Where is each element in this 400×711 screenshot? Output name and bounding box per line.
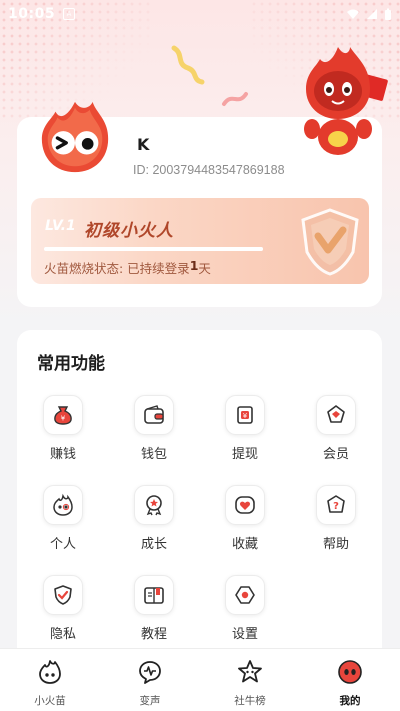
- func-item-wallet[interactable]: 钱包: [119, 395, 189, 475]
- battery-icon: [385, 8, 391, 20]
- func-label: 成长: [140, 537, 167, 552]
- func-item-earn[interactable]: ¥ 赚钱: [28, 395, 98, 475]
- func-label: 隐私: [49, 627, 76, 642]
- level-status: 火苗燃烧状态: 已持续登录 1 天: [44, 258, 211, 277]
- level-status-prefix: 火苗燃烧状态: 已持续登录: [44, 261, 190, 276]
- mascot-figure: [304, 47, 388, 155]
- tab-label: 社牛榜: [234, 695, 266, 707]
- voice-change-icon: [139, 661, 161, 684]
- functions-title: 常用功能: [37, 354, 105, 374]
- tab-label: 我的: [339, 695, 361, 707]
- user-name: K: [137, 135, 150, 154]
- func-item-favorites[interactable]: 收藏: [210, 485, 280, 565]
- tab-mine[interactable]: 我的: [300, 649, 400, 711]
- a-icon: A: [63, 8, 76, 20]
- decor-ribbon-yellow: [171, 45, 205, 85]
- func-item-tutorial[interactable]: 教程: [119, 575, 189, 655]
- svg-text:¥: ¥: [243, 412, 248, 420]
- level-badge-icon: [301, 208, 359, 276]
- privacy-shield-icon: [54, 585, 72, 605]
- level-tag: LV.1: [45, 218, 76, 234]
- func-item-help[interactable]: ? 帮助: [301, 485, 371, 565]
- level-card[interactable]: LV.1 初级小火人 火苗燃烧状态: 已持续登录 1 天: [31, 198, 369, 284]
- profile-face-icon: [338, 660, 362, 684]
- level-status-days: 1: [189, 258, 199, 273]
- func-label: 帮助: [322, 537, 349, 552]
- tutorial-book-icon: [144, 587, 164, 604]
- star-rank-icon: [238, 660, 262, 683]
- tab-voice-change[interactable]: 变声: [100, 649, 200, 711]
- level-status-suffix: 天: [198, 261, 211, 276]
- func-label: 个人: [49, 537, 76, 552]
- decor-ribbon-pink: [222, 92, 248, 106]
- status-bar: 10:05 A: [0, 0, 400, 28]
- func-item-vip[interactable]: 会员: [301, 395, 371, 475]
- level-progress-fill: [44, 247, 263, 251]
- func-label: 设置: [231, 627, 258, 642]
- tab-label: 小火苗: [34, 695, 66, 707]
- bottom-tab-bar: 小火苗 变声 社牛榜 我的: [0, 648, 400, 711]
- status-icons: [346, 8, 392, 21]
- svg-text:¥: ¥: [61, 415, 66, 423]
- level-progress-bar: [44, 247, 263, 251]
- money-bag-icon: ¥: [54, 406, 72, 425]
- func-label: 赚钱: [49, 447, 76, 462]
- tab-label: 变声: [139, 695, 161, 707]
- func-label: 教程: [140, 627, 167, 642]
- func-label: 会员: [322, 447, 349, 462]
- heart-favorite-icon: [235, 496, 255, 514]
- func-label: 提现: [231, 447, 258, 462]
- flame-face-icon: [53, 493, 73, 516]
- func-item-personal[interactable]: 个人: [28, 485, 98, 565]
- signal-icon: [367, 9, 377, 19]
- svg-text:?: ?: [333, 501, 339, 512]
- status-time: 10:05: [8, 6, 56, 22]
- user-id[interactable]: ID: 2003794483547869188: [133, 163, 285, 177]
- level-title: 初级小火人: [84, 221, 174, 241]
- vip-diamond-icon: [327, 405, 345, 423]
- func-item-privacy[interactable]: 隐私: [28, 575, 98, 655]
- settings-icon: [235, 586, 255, 604]
- func-item-withdraw[interactable]: ¥ 提现: [210, 395, 280, 475]
- avatar[interactable]: [36, 98, 114, 176]
- wallet-icon: [144, 405, 164, 424]
- wifi-icon: [347, 9, 359, 19]
- help-icon: ?: [327, 495, 345, 513]
- tab-social-rank[interactable]: 社牛榜: [200, 649, 300, 711]
- growth-medal-icon: [146, 495, 162, 516]
- flame-icon: [39, 660, 61, 684]
- func-label: 钱包: [140, 447, 167, 462]
- func-label: 收藏: [231, 537, 258, 552]
- func-item-growth[interactable]: 成长: [119, 485, 189, 565]
- tab-xiaohuomiao[interactable]: 小火苗: [0, 649, 100, 711]
- withdraw-icon: ¥: [237, 406, 253, 424]
- func-item-settings[interactable]: 设置: [210, 575, 280, 655]
